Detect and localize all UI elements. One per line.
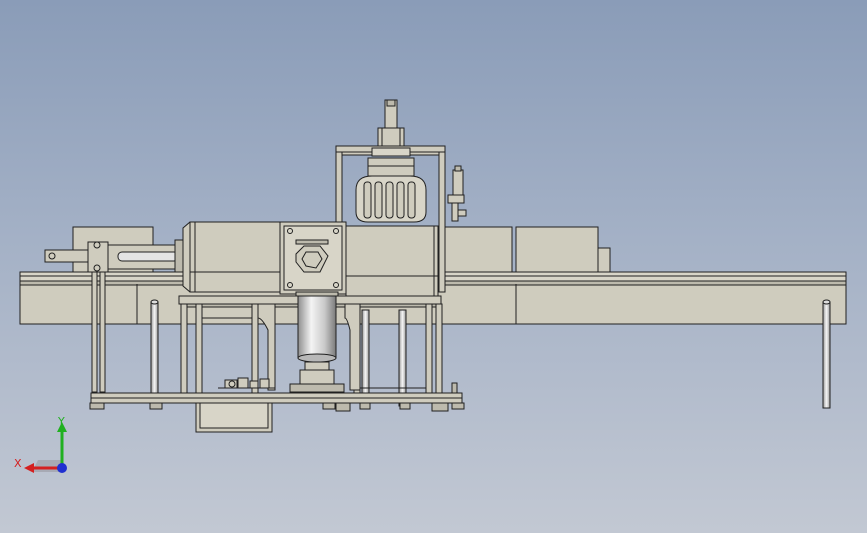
vertical-motor	[289, 291, 345, 393]
rear-housing-right	[444, 226, 611, 273]
pusher-cylinder-assembly	[44, 239, 188, 273]
cad-viewport[interactable]: Y X	[0, 0, 867, 533]
side-valve-unit	[447, 165, 467, 222]
support-leg-left	[150, 299, 159, 409]
base-plate	[90, 392, 463, 433]
y-axis-label: Y	[57, 415, 65, 428]
pneumatic-fittings	[218, 377, 275, 389]
x-axis-label: X	[14, 457, 22, 470]
gripper-head	[355, 175, 427, 223]
vertical-actuator	[367, 99, 415, 177]
z-axis-dot	[57, 463, 67, 473]
machine-front-view	[19, 99, 847, 433]
support-leg-right	[822, 299, 831, 409]
gearbox	[279, 221, 347, 295]
axis-triad: Y X	[14, 415, 67, 473]
